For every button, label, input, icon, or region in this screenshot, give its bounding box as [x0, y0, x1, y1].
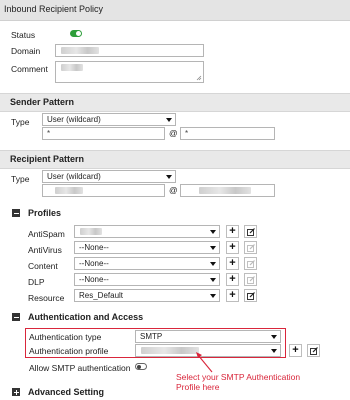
add-dlp-button[interactable]: +: [226, 273, 239, 286]
add-antispam-button[interactable]: +: [226, 225, 239, 238]
dialog-title-bar: Inbound Recipient Policy: [0, 0, 350, 21]
edit-content-button[interactable]: [244, 257, 257, 270]
recipient-user-input[interactable]: [42, 184, 165, 197]
chevron-down-icon: [210, 278, 216, 282]
antivirus-select[interactable]: --None--: [74, 241, 220, 254]
edit-auth-profile-button[interactable]: [307, 344, 320, 357]
add-resource-button[interactable]: +: [226, 289, 239, 302]
recipient-at-sign: @: [169, 185, 178, 195]
recipient-pattern-header: Recipient Pattern: [0, 150, 350, 169]
chevron-down-icon: [271, 349, 277, 353]
edit-icon: [247, 244, 255, 252]
edit-antivirus-button[interactable]: [244, 241, 257, 254]
resource-value: Res_Default: [79, 291, 124, 300]
edit-resource-button[interactable]: [244, 289, 257, 302]
domain-input[interactable]: [55, 44, 204, 57]
sender-domain-input[interactable]: *: [180, 127, 275, 140]
sender-type-value: User (wildcard): [47, 115, 101, 124]
annotation-text-line2: Profile here: [176, 382, 220, 392]
antivirus-value: --None--: [79, 243, 109, 252]
edit-icon: [247, 292, 255, 300]
recipient-type-value: User (wildcard): [47, 172, 101, 181]
add-content-button[interactable]: +: [226, 257, 239, 270]
antivirus-label: AntiVirus: [28, 245, 62, 255]
add-auth-profile-button[interactable]: +: [289, 344, 302, 357]
antispam-select[interactable]: [74, 225, 220, 238]
sender-pattern-heading: Sender Pattern: [10, 97, 75, 107]
redacted-domain: [61, 47, 99, 54]
status-label: Status: [11, 30, 36, 40]
content-select[interactable]: --None--: [74, 257, 220, 270]
content-value: --None--: [79, 259, 109, 268]
collapse-profiles-icon[interactable]: [12, 209, 20, 217]
edit-antispam-button[interactable]: [244, 225, 257, 238]
recipient-domain-input[interactable]: [180, 184, 275, 197]
auth-heading: Authentication and Access: [28, 312, 144, 322]
chevron-down-icon: [210, 230, 216, 234]
chevron-down-icon: [271, 335, 277, 339]
recipient-pattern-heading: Recipient Pattern: [10, 154, 85, 164]
auth-type-label: Authentication type: [29, 332, 102, 342]
auth-type-value: SMTP: [140, 332, 163, 341]
resource-label: Resource: [28, 293, 65, 303]
sender-user-value: *: [47, 129, 51, 138]
edit-icon: [247, 276, 255, 284]
redacted-antispam: [80, 228, 102, 235]
redacted-recipient-domain: [199, 187, 251, 194]
profiles-heading: Profiles: [28, 208, 62, 218]
dlp-select[interactable]: --None--: [74, 273, 220, 286]
sender-type-label: Type: [11, 117, 30, 127]
chevron-down-icon: [166, 175, 172, 179]
chevron-down-icon: [166, 118, 172, 122]
add-antivirus-button[interactable]: +: [226, 241, 239, 254]
sender-at-sign: @: [169, 128, 178, 138]
content-label: Content: [28, 261, 58, 271]
allow-smtp-label: Allow SMTP authentication: [29, 363, 131, 373]
edit-icon: [247, 260, 255, 268]
expand-advanced-icon[interactable]: [12, 388, 20, 396]
edit-icon: [247, 228, 255, 236]
dlp-label: DLP: [28, 277, 45, 287]
resource-select[interactable]: Res_Default: [74, 289, 220, 302]
resize-grip-icon[interactable]: [196, 75, 202, 81]
dlp-value: --None--: [79, 275, 109, 284]
auth-type-select[interactable]: SMTP: [135, 330, 281, 343]
recipient-type-label: Type: [11, 174, 30, 184]
edit-dlp-button[interactable]: [244, 273, 257, 286]
auth-profile-label: Authentication profile: [29, 346, 109, 356]
chevron-down-icon: [210, 262, 216, 266]
redacted-user: [55, 187, 83, 194]
recipient-type-select[interactable]: User (wildcard): [42, 170, 176, 183]
collapse-auth-icon[interactable]: [12, 313, 20, 321]
sender-pattern-header: Sender Pattern: [0, 93, 350, 112]
redacted-comment: [61, 64, 83, 71]
sender-domain-value: *: [185, 129, 189, 138]
chevron-down-icon: [210, 294, 216, 298]
comment-label: Comment: [11, 64, 48, 74]
chevron-down-icon: [210, 246, 216, 250]
dialog-title: Inbound Recipient Policy: [4, 4, 104, 14]
allow-smtp-toggle[interactable]: [135, 363, 147, 370]
comment-textarea[interactable]: [55, 61, 204, 83]
sender-user-input[interactable]: *: [42, 127, 165, 140]
advanced-heading: Advanced Setting: [28, 387, 105, 397]
domain-label: Domain: [11, 46, 41, 56]
sender-type-select[interactable]: User (wildcard): [42, 113, 176, 126]
antispam-label: AntiSpam: [28, 229, 65, 239]
status-toggle[interactable]: [70, 30, 82, 37]
edit-icon: [310, 347, 318, 355]
